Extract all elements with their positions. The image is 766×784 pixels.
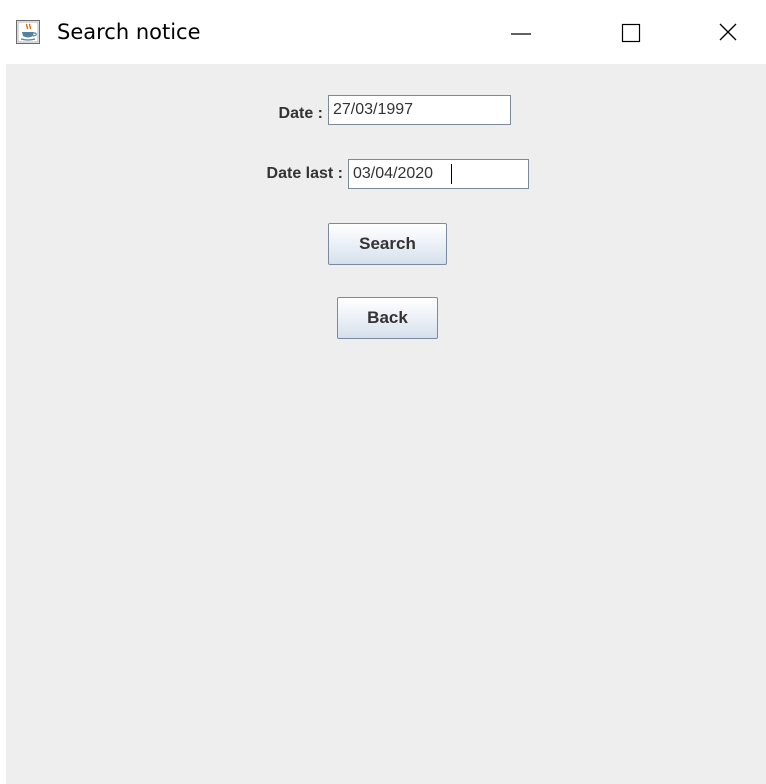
- text-caret: [451, 164, 452, 184]
- back-button[interactable]: Back: [337, 297, 438, 339]
- close-button[interactable]: [674, 0, 766, 64]
- date-last-label: Date last :: [266, 165, 343, 182]
- date-last-field[interactable]: [348, 159, 529, 189]
- maximize-button[interactable]: [583, 0, 675, 64]
- search-button[interactable]: Search: [328, 223, 447, 265]
- close-icon: [719, 23, 737, 41]
- date-field[interactable]: [328, 95, 511, 125]
- date-label: Date :: [278, 105, 323, 122]
- java-coffee-icon[interactable]: [16, 20, 40, 44]
- maximize-icon: [621, 23, 641, 43]
- minimize-button[interactable]: [475, 0, 567, 64]
- app-window: Search notice Date : Date last : Search …: [0, 0, 766, 784]
- minimize-icon: [511, 33, 531, 35]
- title-bar[interactable]: Search notice: [0, 0, 766, 64]
- window-title: Search notice: [57, 20, 201, 44]
- content-panel: Date : Date last : Search Back: [6, 64, 766, 784]
